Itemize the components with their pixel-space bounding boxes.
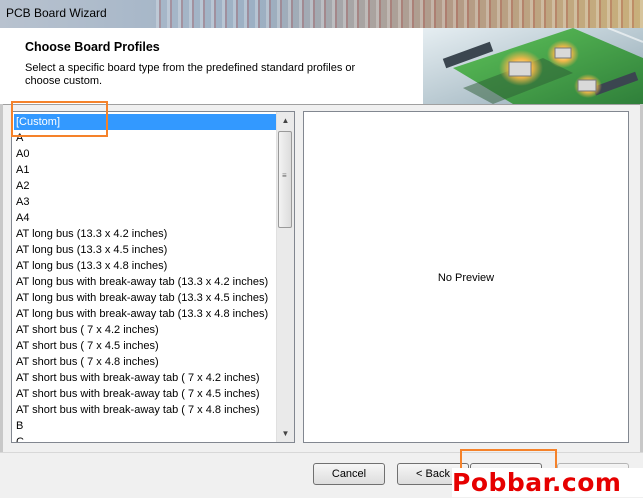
list-item[interactable]: C: [16, 434, 24, 442]
grip-icon: ≡: [282, 171, 287, 180]
pcb-board-illustration: [423, 28, 643, 104]
list-item[interactable]: AT short bus with break-away tab ( 7 x 4…: [16, 386, 260, 402]
list-item[interactable]: A4: [16, 210, 29, 226]
list-item[interactable]: AT short bus ( 7 x 4.2 inches): [16, 322, 159, 338]
list-item[interactable]: A3: [16, 194, 29, 210]
list-item[interactable]: AT short bus with break-away tab ( 7 x 4…: [16, 370, 260, 386]
list-item[interactable]: AT long bus (13.3 x 4.2 inches): [16, 226, 167, 242]
list-item[interactable]: AT long bus (13.3 x 4.5 inches): [16, 242, 167, 258]
list-item[interactable]: A2: [16, 178, 29, 194]
list-item[interactable]: B: [16, 418, 23, 434]
triangle-down-icon[interactable]: ▼: [277, 425, 294, 442]
list-item[interactable]: AT long bus (13.3 x 4.8 inches): [16, 258, 167, 274]
title-bar-decoration: [150, 0, 643, 28]
list-item[interactable]: AT short bus with break-away tab ( 7 x 4…: [16, 402, 260, 418]
watermark: Pobbar.com: [452, 468, 643, 497]
list-item[interactable]: A0: [16, 146, 29, 162]
window-title: PCB Board Wizard: [6, 6, 107, 20]
cancel-button[interactable]: Cancel: [313, 463, 385, 485]
highlight-box-custom: [11, 101, 108, 137]
board-preview-panel: No Preview: [303, 111, 629, 443]
title-bar: PCB Board Wizard: [0, 0, 643, 28]
list-item[interactable]: AT long bus with break-away tab (13.3 x …: [16, 306, 268, 322]
list-scrollbar[interactable]: ▲ ≡ ▼: [276, 112, 294, 442]
list-item[interactable]: AT long bus with break-away tab (13.3 x …: [16, 290, 268, 306]
list-item[interactable]: A1: [16, 162, 29, 178]
list-item[interactable]: AT short bus ( 7 x 4.5 inches): [16, 338, 159, 354]
wizard-header: Choose Board Profiles Select a specific …: [0, 28, 643, 105]
list-item[interactable]: AT short bus ( 7 x 4.8 inches): [16, 354, 159, 370]
page-description: Select a specific board type from the pr…: [25, 62, 356, 87]
list-item[interactable]: AT long bus with break-away tab (13.3 x …: [16, 274, 268, 290]
preview-placeholder: No Preview: [437, 272, 495, 284]
window-frame-left: [0, 104, 3, 497]
page-title: Choose Board Profiles: [25, 40, 160, 54]
triangle-up-icon[interactable]: ▲: [277, 112, 294, 129]
board-profile-list[interactable]: [Custom] A A0 A1 A2 A3 A4 AT long bus (1…: [11, 111, 295, 443]
scrollbar-thumb[interactable]: ≡: [278, 131, 292, 228]
